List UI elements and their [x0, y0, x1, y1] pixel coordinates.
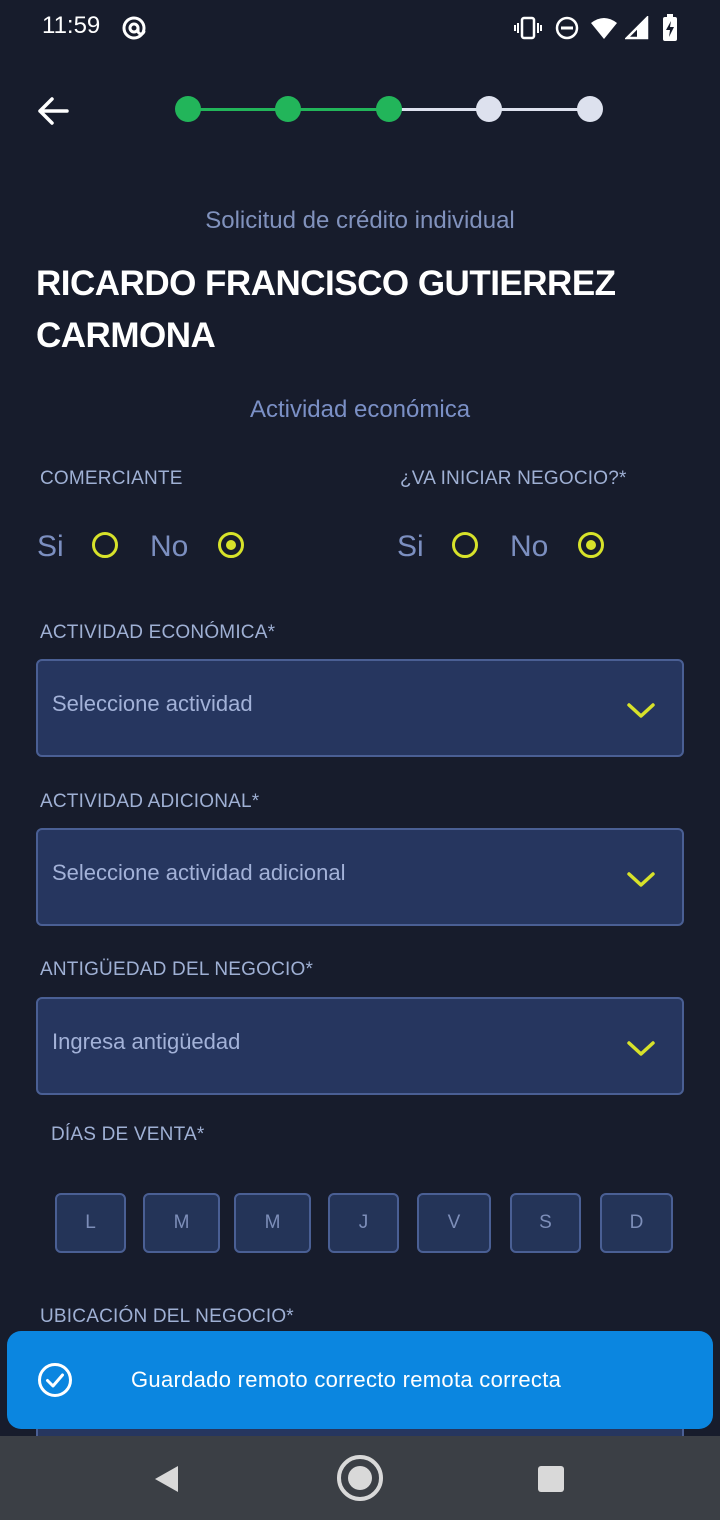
iniciar-negocio-yes-label: Si [397, 530, 424, 563]
comerciante-no-label: No [150, 530, 189, 563]
actividad-economica-label: ACTIVIDAD ECONÓMICA* [40, 622, 276, 643]
comerciante-yes-label: Si [37, 530, 64, 563]
step-1-completed [175, 96, 201, 122]
back-button[interactable] [30, 90, 76, 132]
step-2-completed [275, 96, 301, 122]
day-button-miercoles[interactable]: M [234, 1193, 311, 1253]
actividad-economica-select[interactable]: Seleccione actividad [36, 659, 684, 757]
client-name-line2: CARMONA [36, 316, 216, 355]
actividad-adicional-placeholder: Seleccione actividad adicional [52, 860, 346, 885]
check-circle-icon [38, 1363, 72, 1397]
ubicacion-label: UBICACIÓN DEL NEGOCIO* [40, 1306, 294, 1327]
do-not-disturb-icon [555, 16, 579, 40]
at-sign-icon [120, 14, 148, 47]
status-time: 11:59 [42, 12, 101, 39]
day-button-viernes[interactable]: V [417, 1193, 491, 1253]
signal-icon [625, 16, 649, 40]
day-button-jueves[interactable]: J [328, 1193, 399, 1253]
actividad-adicional-select[interactable]: Seleccione actividad adicional [36, 828, 684, 926]
nav-home-icon[interactable] [335, 1453, 385, 1503]
comerciante-no-radio[interactable] [218, 532, 244, 558]
actividad-economica-placeholder: Seleccione actividad [52, 691, 253, 716]
comerciante-yes-radio[interactable] [92, 532, 118, 558]
day-button-sabado[interactable]: S [510, 1193, 581, 1253]
arrow-left-icon [38, 97, 69, 125]
battery-charging-icon [662, 14, 678, 42]
nav-back-icon[interactable] [152, 1464, 182, 1494]
chevron-down-icon [627, 872, 655, 887]
iniciar-negocio-no-label: No [510, 530, 549, 563]
day-button-martes[interactable]: M [143, 1193, 220, 1253]
actividad-adicional-label: ACTIVIDAD ADICIONAL* [40, 791, 260, 812]
day-button-domingo[interactable]: D [600, 1193, 673, 1253]
step-4-pending [476, 96, 502, 122]
comerciante-label: COMERCIANTE [40, 468, 183, 489]
vibrate-icon [514, 16, 542, 40]
system-navigation-bar [0, 1436, 720, 1520]
chevron-down-icon [627, 1041, 655, 1056]
antiguedad-label: ANTIGÜEDAD DEL NEGOCIO* [40, 959, 314, 980]
step-5-pending [577, 96, 603, 122]
antiguedad-placeholder: Ingresa antigüedad [52, 1029, 241, 1054]
client-name-line1: RICARDO FRANCISCO GUTIERREZ [36, 264, 616, 303]
wifi-icon [590, 16, 618, 40]
iniciar-negocio-label: ¿VA INICIAR NEGOCIO?* [400, 468, 627, 489]
chevron-down-icon [627, 703, 655, 718]
nav-recents-icon[interactable] [537, 1465, 565, 1493]
toast-message: Guardado remoto correcto remota correcta [131, 1367, 562, 1392]
antiguedad-select[interactable]: Ingresa antigüedad [36, 997, 684, 1095]
step-3-completed [376, 96, 402, 122]
client-name: RICARDO FRANCISCO GUTIERREZ CARMONA [36, 258, 686, 362]
dias-venta-label: DÍAS DE VENTA* [51, 1124, 205, 1145]
day-button-lunes[interactable]: L [55, 1193, 126, 1253]
success-toast: Guardado remoto correcto remota correcta [7, 1331, 713, 1429]
section-title: Actividad económica [249, 396, 471, 423]
iniciar-negocio-yes-radio[interactable] [452, 532, 478, 558]
form-subtitle: Solicitud de crédito individual [205, 207, 515, 234]
iniciar-negocio-no-radio[interactable] [578, 532, 604, 558]
